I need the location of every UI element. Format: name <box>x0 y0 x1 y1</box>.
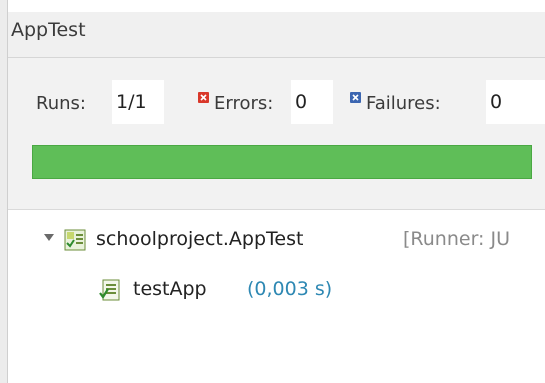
tree-row-suite[interactable]: schoolproject.AppTest [Runner: JU <box>8 224 545 254</box>
errors-value: 0 <box>291 80 333 124</box>
runs-label: Runs: <box>36 93 86 114</box>
suite-label: schoolproject.AppTest <box>96 228 304 250</box>
tree-row-test[interactable]: testApp (0,003 s) <box>8 274 545 304</box>
left-window-border <box>0 0 8 383</box>
failures-label: Failures: <box>366 93 441 114</box>
test-label: testApp <box>133 278 207 300</box>
error-icon <box>198 92 209 103</box>
errors-label: Errors: <box>214 93 274 114</box>
test-time: (0,003 s) <box>247 278 333 300</box>
failure-icon <box>350 92 361 103</box>
view-title-bar <box>8 12 545 58</box>
suite-passed-icon <box>63 228 87 252</box>
runs-value: 1/1 <box>112 80 164 124</box>
junit-view: AppTest Runs: 1/1 Errors: 0 Failures: 0 <box>8 0 545 383</box>
suite-runner: [Runner: JU <box>403 228 511 250</box>
expand-arrow-icon[interactable] <box>43 231 55 243</box>
progress-bar <box>32 145 532 179</box>
failures-value: 0 <box>486 80 545 124</box>
view-title: AppTest <box>11 19 86 41</box>
counter-panel <box>8 58 545 210</box>
test-passed-icon <box>98 278 122 302</box>
